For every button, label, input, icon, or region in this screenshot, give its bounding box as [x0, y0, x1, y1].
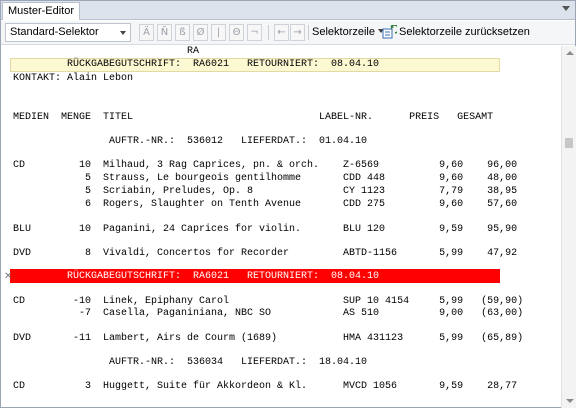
- return-credit-text: RÜCKGABEGUTSCHRIFT: RA6021 RETOURNIERT: …: [67, 271, 380, 282]
- order-line: BLU 10 Paganini, 24 Caprices for violin.…: [13, 224, 518, 235]
- return-credit-text: RÜCKGABEGUTSCHRIFT: RA6021 RETOURNIERT: …: [67, 59, 380, 70]
- selektorzeile-label: Selektorzeile: [312, 26, 375, 38]
- window-menu-chevron-icon[interactable]: [562, 6, 570, 11]
- return-line: -7 Casella, Paganiniana, NBC SO AS 510 9…: [13, 308, 524, 319]
- return-line: CD -10 Linek, Epiphany Carol SUP 10 4154…: [13, 296, 524, 307]
- order-line: 5 Scriabin, Preludes, Op. 8 CY 1123 7,79…: [13, 186, 518, 197]
- char-button-n-tilde[interactable]: Ñ: [157, 24, 172, 41]
- char-button-a-umlaut[interactable]: Ä: [139, 24, 154, 41]
- scroll-thumb[interactable]: [565, 138, 573, 148]
- order-header-line: AUFTR.-NR.: 536012 LIEFERDAT.: 01.04.10: [13, 136, 368, 147]
- selector-value: Standard-Selektor: [10, 26, 99, 38]
- char-button-o-slash[interactable]: Ø: [193, 24, 208, 41]
- char-button-pipe[interactable]: |: [211, 24, 226, 41]
- muster-editor-window: Muster-Editor Standard-Selektor Ä Ñ ß Ø …: [0, 0, 576, 408]
- arrow-right-button[interactable]: →: [290, 24, 305, 41]
- document-view[interactable]: RA RÜCKGABEGUTSCHRIFT: RA6021 RETOURNIER…: [2, 46, 560, 408]
- char-button-not-sign[interactable]: ¬: [247, 24, 262, 41]
- selector-dropdown[interactable]: Standard-Selektor: [5, 23, 131, 42]
- reset-selector-icon[interactable]: [382, 25, 397, 40]
- char-button-eszett[interactable]: ß: [175, 24, 190, 41]
- title-bar: Muster-Editor: [1, 1, 575, 20]
- order-line: 6 Rogers, Slaughter on Tenth Avenue CDD …: [13, 199, 518, 210]
- char-button-theta[interactable]: Θ: [229, 24, 244, 41]
- toolbar-separator: [308, 25, 309, 40]
- return-line: DVD -11 Lambert, Airs de Courm (1689) HM…: [13, 333, 524, 344]
- window-title[interactable]: Muster-Editor: [2, 2, 81, 20]
- order-line: CD 3 Huggett, Suite für Akkordeon & Kl. …: [13, 381, 518, 392]
- contact-line: KONTAKT: Alain Lebon: [13, 73, 134, 84]
- chevron-down-icon: [120, 31, 126, 35]
- toolbar-separator: [268, 25, 269, 40]
- column-header-line: MEDIEN MENGE TITEL LABEL-NR. PREIS GESAM…: [13, 112, 494, 123]
- order-line: DVD 8 Vivaldi, Concertos for Recorder AB…: [13, 248, 518, 259]
- scroll-up-icon[interactable]: [566, 51, 574, 55]
- scroll-down-icon[interactable]: [566, 399, 574, 403]
- toolbar: Standard-Selektor Ä Ñ ß Ø | Θ ¬ ← → Sele…: [1, 21, 575, 45]
- selektorzeile-menu[interactable]: Selektorzeile: [312, 24, 384, 41]
- vertical-scrollbar[interactable]: [561, 46, 576, 408]
- line-marker-icon: ✕: [4, 271, 13, 282]
- arrow-left-button[interactable]: ←: [274, 24, 289, 41]
- reset-selector-button[interactable]: Selektorzeile zurücksetzen: [399, 24, 530, 41]
- order-line: 5 Strauss, Le bourgeois gentilhomme CDD …: [13, 173, 518, 184]
- order-header-line: AUFTR.-NR.: 536034 LIEFERDAT.: 18.04.10: [13, 357, 368, 368]
- selector-line-text: RA: [187, 46, 200, 57]
- order-line: CD 10 Milhaud, 3 Rag Caprices, pn. & orc…: [13, 160, 518, 171]
